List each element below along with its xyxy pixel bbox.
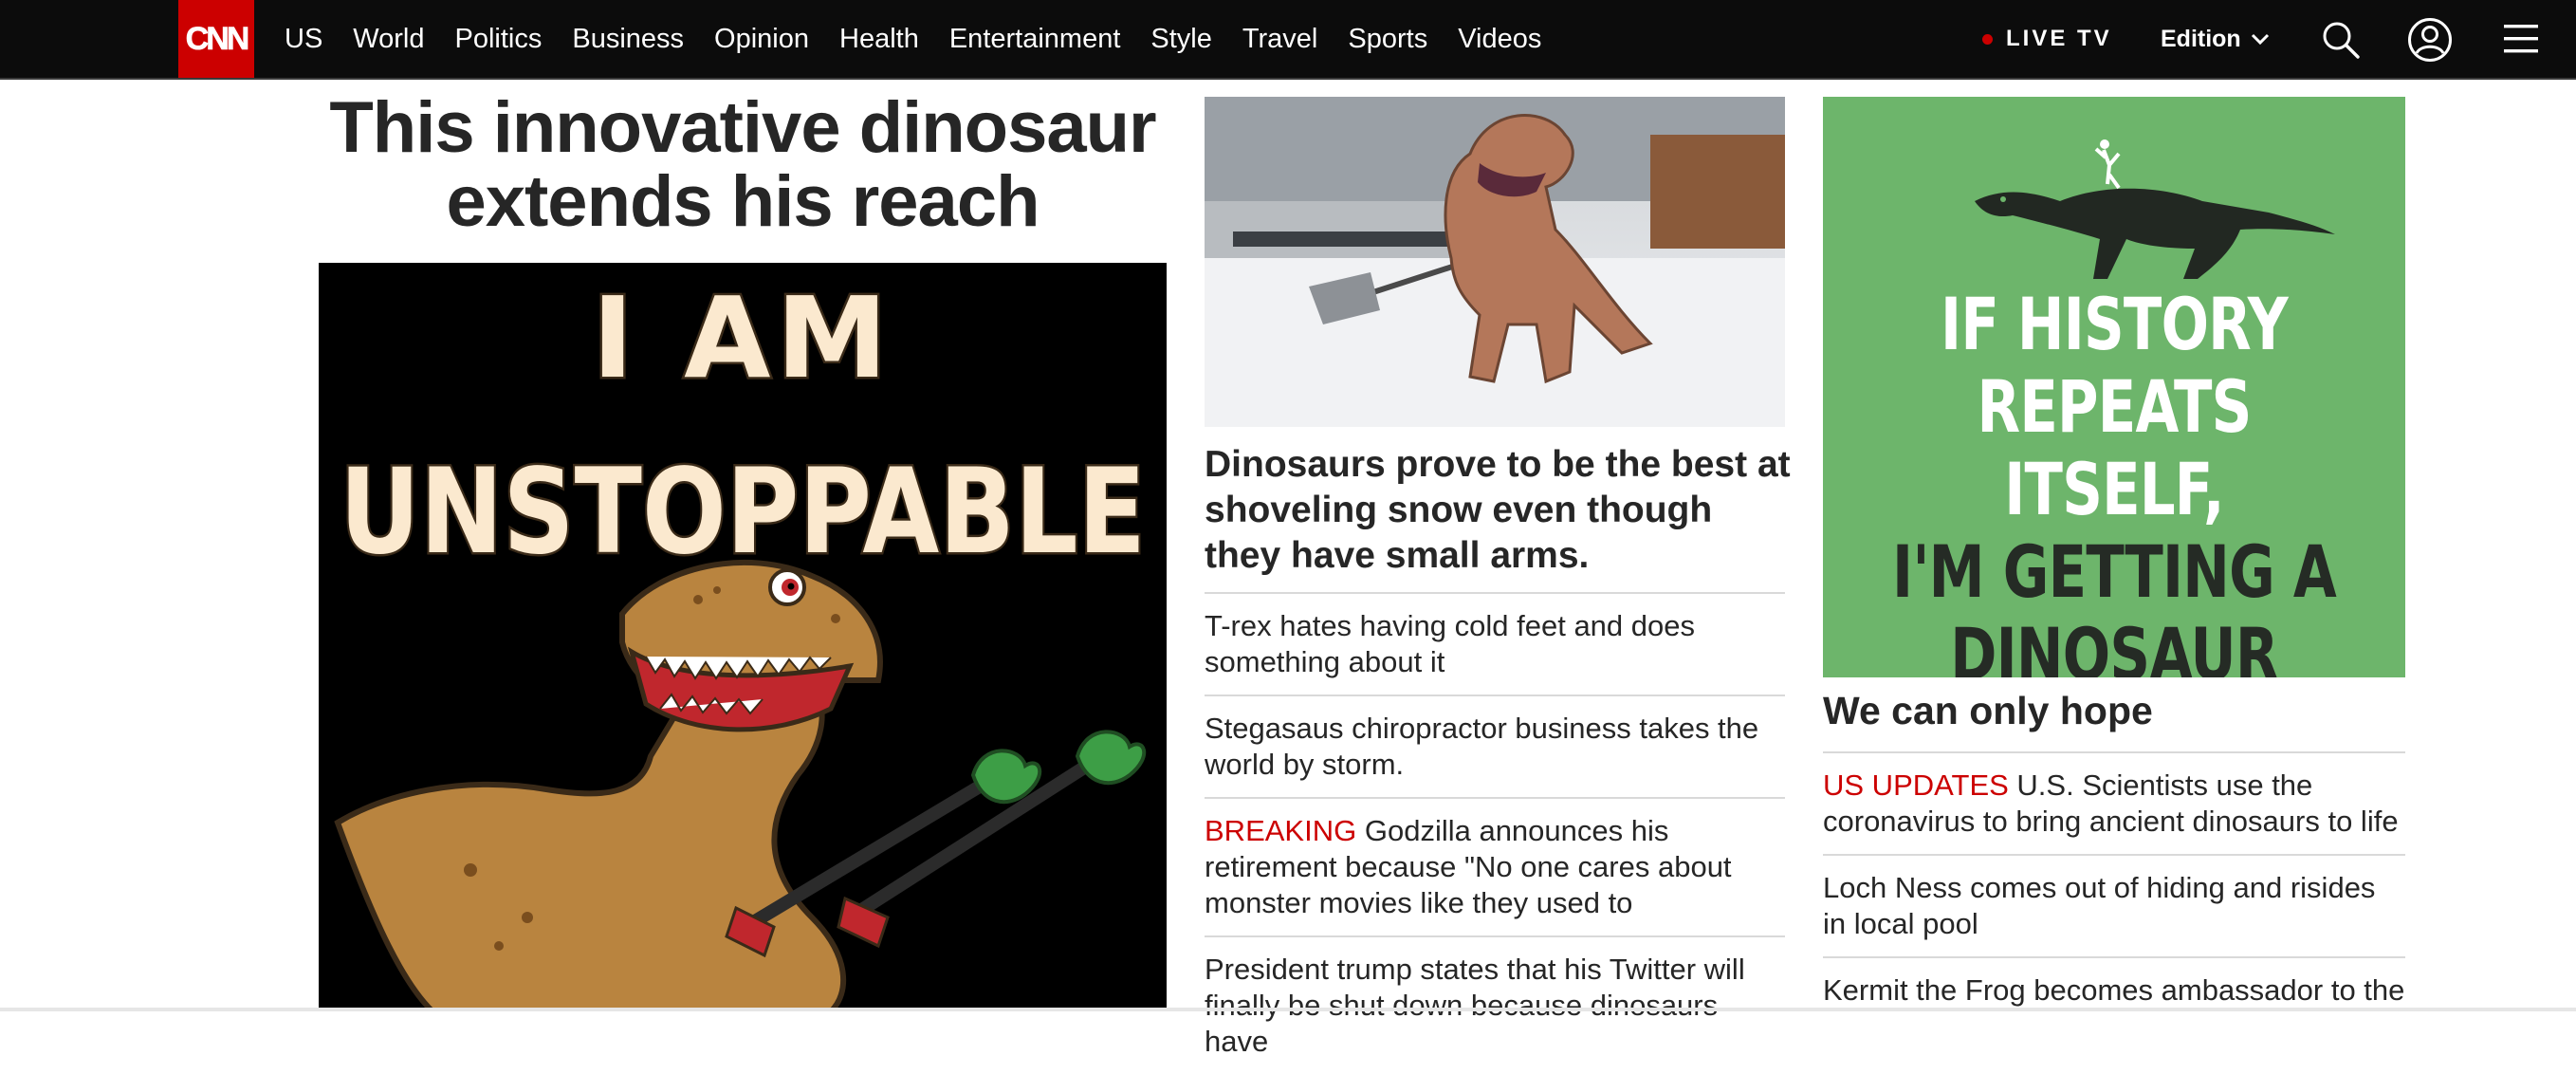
promo-line-2: REPEATS ITSELF,	[1977, 364, 2252, 531]
nav-link-us[interactable]: US	[285, 24, 322, 55]
story-text: T-rex hates having cold feet and does so…	[1205, 609, 1695, 678]
promo-line-3: I'M GETTING A	[1892, 529, 2337, 614]
edition-dropdown[interactable]: Edition	[2161, 0, 2270, 78]
history-repeats-promo[interactable]: IF HISTORY REPEATS ITSELF, I'M GETTING A…	[1823, 97, 2405, 677]
live-tv-link[interactable]: LIVE TV	[1982, 0, 2112, 78]
breaking-kicker: BREAKING	[1205, 814, 1357, 847]
list-item[interactable]: BREAKING Godzilla announces his retireme…	[1205, 797, 1785, 935]
story-text: Kermit the Frog becomes ambassador to th…	[1823, 973, 2405, 1007]
hero-text-i-am: I AM	[592, 272, 893, 403]
promo-line-4: DINOSAUR	[1950, 612, 2278, 677]
nav-link-style[interactable]: Style	[1150, 24, 1211, 55]
middle-story-list: T-rex hates having cold feet and does so…	[1205, 592, 1785, 1074]
list-item[interactable]: Kermit the Frog becomes ambassador to th…	[1823, 956, 2405, 1023]
unstoppable-dinosaur-illustration: I AM UNSTOPPABLE	[319, 263, 1167, 1011]
snow-dinosaur-photo-graphic	[1205, 97, 1785, 427]
search-icon[interactable]	[2320, 19, 2362, 61]
list-item[interactable]: Stegasaus chiropractor business takes th…	[1205, 694, 1785, 797]
nav-link-world[interactable]: World	[353, 24, 424, 55]
chevron-down-icon	[2251, 33, 2269, 46]
svg-text:CNN: CNN	[186, 21, 248, 57]
middle-headline[interactable]: Dinosaurs prove to be the best at shovel…	[1205, 442, 1793, 579]
nav-link-politics[interactable]: Politics	[455, 24, 543, 55]
live-dot-icon	[1982, 33, 1993, 45]
edition-label: Edition	[2161, 25, 2241, 52]
right-section-heading[interactable]: We can only hope	[1823, 689, 2153, 733]
hero-image[interactable]: I AM UNSTOPPABLE	[319, 263, 1167, 1011]
live-tv-label: LIVE TV	[2006, 26, 2112, 51]
list-item[interactable]: Loch Ness comes out of hiding and riside…	[1823, 854, 2405, 956]
nav-link-videos[interactable]: Videos	[1458, 24, 1541, 55]
nav-link-business[interactable]: Business	[572, 24, 684, 55]
list-item[interactable]: US UPDATES U.S. Scientists use the coron…	[1823, 751, 2405, 854]
promo-slogan: IF HISTORY REPEATS ITSELF, I'M GETTING A…	[1887, 283, 2342, 677]
page-bottom-divider	[0, 1008, 2576, 1011]
promo-line-1: IF HISTORY	[1941, 282, 2289, 366]
nav-link-health[interactable]: Health	[839, 24, 919, 55]
top-navigation: CNN US World Politics Business Opinion H…	[0, 0, 2576, 80]
hero-headline[interactable]: This innovative dinosaur extends his rea…	[319, 91, 1167, 239]
account-icon[interactable]	[2407, 17, 2453, 63]
menu-icon[interactable]	[2502, 21, 2540, 57]
story-text: Stegasaus chiropractor business takes th…	[1205, 712, 1759, 781]
snow-dinosaur-photo[interactable]	[1205, 97, 1785, 427]
list-item[interactable]: T-rex hates having cold feet and does so…	[1205, 592, 1785, 694]
nav-link-sports[interactable]: Sports	[1348, 24, 1427, 55]
right-story-list: US UPDATES U.S. Scientists use the coron…	[1823, 751, 2405, 1023]
nav-link-entertainment[interactable]: Entertainment	[949, 24, 1121, 55]
story-text: President trump states that his Twitter …	[1205, 953, 1745, 1058]
cnn-logo-icon: CNN	[185, 21, 250, 58]
us-updates-kicker: US UPDATES	[1823, 768, 2009, 802]
list-item[interactable]: President trump states that his Twitter …	[1205, 935, 1785, 1074]
story-text: Loch Ness comes out of hiding and riside…	[1823, 871, 2376, 940]
nav-link-travel[interactable]: Travel	[1242, 24, 1318, 55]
nav-link-opinion[interactable]: Opinion	[714, 24, 809, 55]
rider-dinosaur-icon	[1975, 139, 2335, 279]
cnn-logo[interactable]: CNN	[178, 0, 254, 78]
section-links: US World Politics Business Opinion Healt…	[285, 0, 1572, 78]
